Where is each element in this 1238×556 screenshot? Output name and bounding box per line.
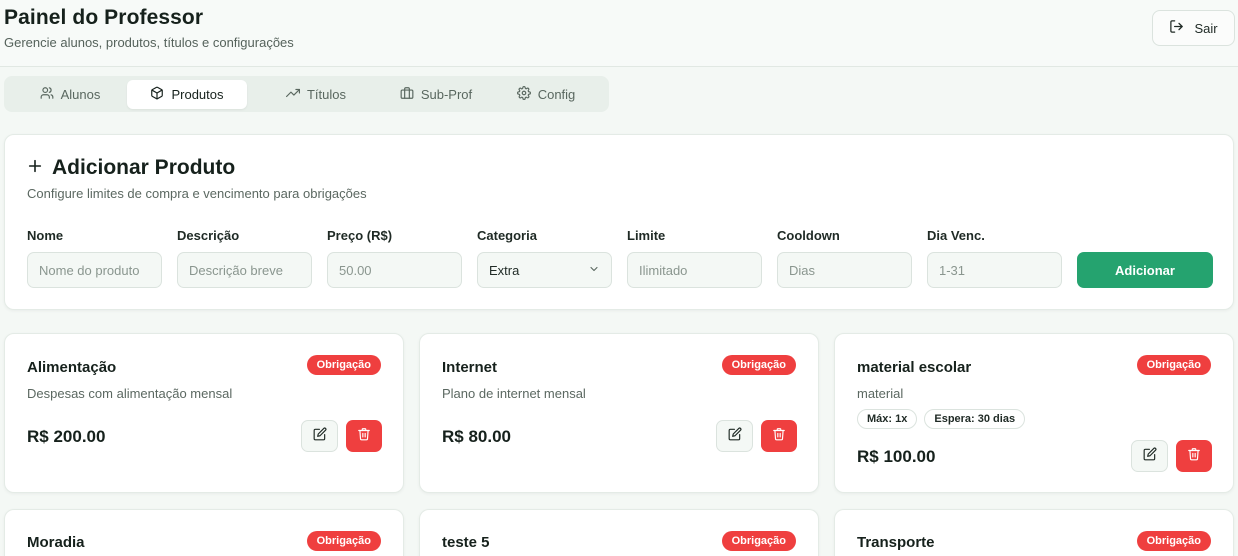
product-name: Moradia bbox=[27, 534, 85, 551]
delete-button[interactable] bbox=[761, 420, 797, 452]
product-description: Despesas com alimentação mensal bbox=[27, 386, 233, 401]
package-icon bbox=[150, 86, 164, 103]
edit-button[interactable] bbox=[1131, 440, 1168, 472]
product-name: teste 5 bbox=[442, 534, 490, 551]
description-label: Descrição bbox=[177, 228, 240, 243]
page-subtitle: Gerencie alunos, produtos, títulos e con… bbox=[4, 35, 294, 50]
tab-label: Produtos bbox=[171, 87, 224, 102]
due-day-label: Dia Venc. bbox=[927, 228, 985, 243]
cooldown-input[interactable] bbox=[777, 252, 912, 288]
logout-label: Sair bbox=[1194, 20, 1218, 36]
add-product-card: Adicionar Produto Configure limites de c… bbox=[4, 134, 1234, 310]
product-name: material escolar bbox=[857, 359, 972, 376]
product-description: Plano de internet mensal bbox=[442, 386, 586, 401]
edit-icon bbox=[313, 427, 327, 446]
tab-label: Config bbox=[537, 87, 576, 102]
edit-button[interactable] bbox=[301, 420, 338, 452]
category-label: Categoria bbox=[477, 228, 537, 243]
edit-button[interactable] bbox=[716, 420, 753, 452]
price-input[interactable] bbox=[327, 252, 462, 288]
add-product-title-text: Adicionar Produto bbox=[52, 156, 236, 179]
briefcase-icon bbox=[400, 86, 414, 103]
product-tags: Máx: 1x Espera: 30 dias bbox=[857, 409, 1026, 429]
logout-icon bbox=[1169, 19, 1184, 37]
price-label: Preço (R$) bbox=[327, 228, 393, 243]
product-card: Alimentação Obrigação Despesas com alime… bbox=[4, 333, 404, 493]
gear-icon bbox=[516, 86, 531, 103]
category-value: Extra bbox=[489, 262, 520, 278]
product-card: material escolar Obrigação material Máx:… bbox=[834, 333, 1234, 493]
tab-label: Alunos bbox=[60, 87, 101, 102]
product-price: R$ 100.00 bbox=[857, 447, 936, 466]
tab-bar: Alunos Produtos Títulos Sub-Prof Config bbox=[4, 76, 609, 112]
description-input[interactable] bbox=[177, 252, 312, 288]
status-badge: Obrigação bbox=[721, 531, 796, 551]
add-product-button[interactable]: Adicionar bbox=[1077, 252, 1213, 288]
product-card: teste 5 Obrigação bbox=[419, 509, 819, 556]
limit-label: Limite bbox=[627, 228, 666, 243]
cooldown-label: Cooldown bbox=[777, 228, 840, 243]
status-badge: Obrigação bbox=[1136, 531, 1211, 551]
status-badge: Obrigação bbox=[721, 355, 796, 375]
add-product-title: Adicionar Produto bbox=[27, 156, 235, 180]
product-name: Alimentação bbox=[27, 359, 117, 376]
tab-config[interactable]: Config bbox=[486, 80, 606, 109]
delete-button[interactable] bbox=[346, 420, 382, 452]
tab-alunos[interactable]: Alunos bbox=[12, 80, 128, 109]
limit-input[interactable] bbox=[627, 252, 762, 288]
trash-icon bbox=[1187, 447, 1201, 466]
tab-produtos[interactable]: Produtos bbox=[127, 80, 247, 109]
product-name: Transporte bbox=[857, 534, 935, 551]
trash-icon bbox=[772, 427, 786, 446]
delete-button[interactable] bbox=[1176, 440, 1212, 472]
tab-label: Sub-Prof bbox=[420, 87, 473, 102]
product-description: material bbox=[857, 386, 904, 401]
tab-label: Títulos bbox=[306, 87, 346, 102]
plus-icon bbox=[27, 156, 43, 180]
name-label: Nome bbox=[27, 228, 64, 243]
status-badge: Obrigação bbox=[1136, 355, 1211, 375]
trending-up-icon bbox=[285, 86, 300, 103]
tab-sub-prof[interactable]: Sub-Prof bbox=[376, 80, 496, 109]
edit-icon bbox=[1143, 447, 1157, 466]
product-card: Moradia Obrigação bbox=[4, 509, 404, 556]
product-price: R$ 80.00 bbox=[442, 427, 511, 446]
product-card: Transporte Obrigação bbox=[834, 509, 1234, 556]
category-select[interactable]: Extra bbox=[477, 252, 612, 288]
chevron-down-icon bbox=[588, 263, 600, 278]
name-input[interactable] bbox=[27, 252, 162, 288]
status-badge: Obrigação bbox=[306, 355, 381, 375]
tab-titulos[interactable]: Títulos bbox=[256, 80, 376, 109]
max-purchase-tag: Máx: 1x bbox=[857, 409, 918, 429]
trash-icon bbox=[357, 427, 371, 446]
page-title: Painel do Professor bbox=[4, 6, 204, 29]
edit-icon bbox=[728, 427, 742, 446]
logout-button[interactable]: Sair bbox=[1152, 10, 1235, 46]
product-card: Internet Obrigação Plano de internet men… bbox=[419, 333, 819, 493]
cooldown-tag: Espera: 30 dias bbox=[924, 409, 1026, 429]
product-name: Internet bbox=[442, 359, 498, 376]
add-product-subtitle: Configure limites de compra e vencimento… bbox=[27, 186, 367, 201]
due-day-input[interactable] bbox=[927, 252, 1062, 288]
page-header: Painel do Professor Gerencie alunos, pro… bbox=[0, 0, 1238, 67]
status-badge: Obrigação bbox=[306, 531, 381, 551]
product-price: R$ 200.00 bbox=[27, 427, 106, 446]
users-icon bbox=[40, 86, 54, 103]
